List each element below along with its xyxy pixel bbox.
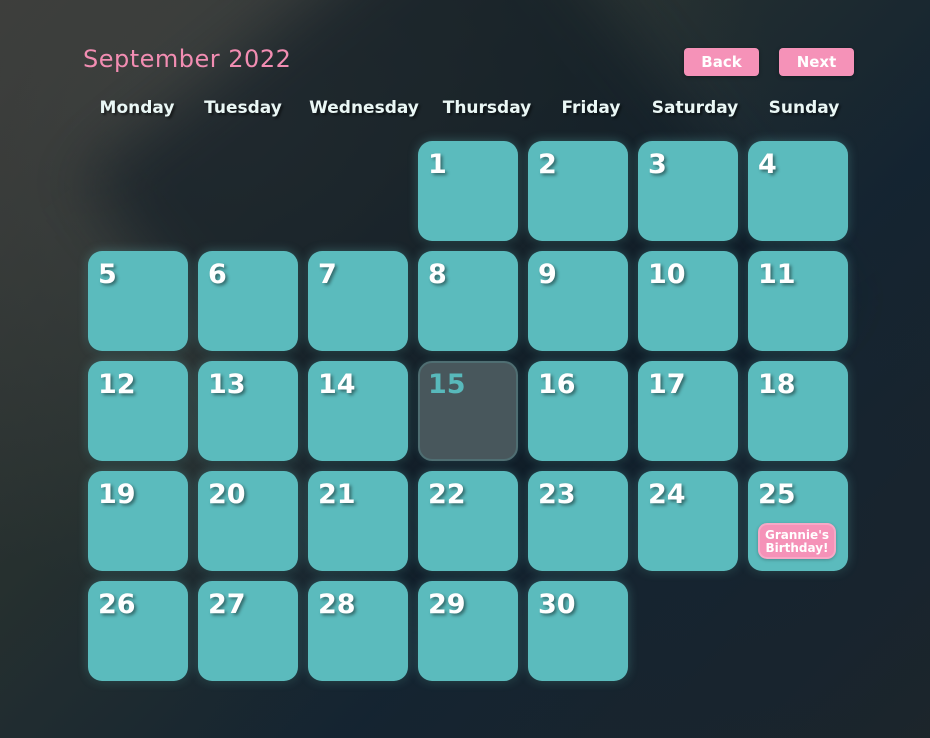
day-cell[interactable]: 24	[638, 471, 738, 571]
day-cell[interactable]: 13	[198, 361, 298, 461]
day-number: 14	[318, 369, 356, 400]
day-number: 13	[208, 369, 246, 400]
day-number: 26	[98, 589, 136, 620]
day-number: 15	[428, 369, 466, 400]
calendar-grid: 1 2 3 4 5 6 7 8 9 10 11 12 13 14 15 16 17 18 19 20 21 22 23 24 2…	[0, 0, 930, 738]
day-number: 28	[318, 589, 356, 620]
day-cell[interactable]: 5	[88, 251, 188, 351]
day-number: 18	[758, 369, 796, 400]
day-number: 7	[318, 259, 337, 290]
day-number: 11	[758, 259, 796, 290]
day-number: 25	[758, 479, 796, 510]
day-cell[interactable]: 30	[528, 581, 628, 681]
day-cell[interactable]: 17	[638, 361, 738, 461]
day-number: 3	[648, 149, 667, 180]
day-cell[interactable]: 16	[528, 361, 628, 461]
day-number: 29	[428, 589, 466, 620]
day-cell[interactable]: 7	[308, 251, 408, 351]
day-number: 12	[98, 369, 136, 400]
day-number: 6	[208, 259, 227, 290]
day-cell[interactable]: 3	[638, 141, 738, 241]
day-number: 27	[208, 589, 246, 620]
day-cell[interactable]: 10	[638, 251, 738, 351]
day-cell[interactable]: 2	[528, 141, 628, 241]
day-cell[interactable]: 28	[308, 581, 408, 681]
day-number: 19	[98, 479, 136, 510]
day-cell[interactable]: 11	[748, 251, 848, 351]
day-number: 23	[538, 479, 576, 510]
day-number: 22	[428, 479, 466, 510]
day-number: 8	[428, 259, 447, 290]
day-number: 21	[318, 479, 356, 510]
day-cell[interactable]: 8	[418, 251, 518, 351]
day-number: 24	[648, 479, 686, 510]
day-cell-today[interactable]: 15	[418, 361, 518, 461]
day-cell[interactable]: 18	[748, 361, 848, 461]
day-cell[interactable]: 21	[308, 471, 408, 571]
day-cell[interactable]: 26	[88, 581, 188, 681]
day-cell[interactable]: 27	[198, 581, 298, 681]
day-cell[interactable]: 6	[198, 251, 298, 351]
day-number: 30	[538, 589, 576, 620]
day-cell[interactable]: 23	[528, 471, 628, 571]
day-number: 4	[758, 149, 777, 180]
day-number: 17	[648, 369, 686, 400]
day-cell[interactable]: 14	[308, 361, 408, 461]
day-cell[interactable]: 29	[418, 581, 518, 681]
day-number: 2	[538, 149, 557, 180]
event-badge[interactable]: Grannie's Birthday!	[758, 523, 836, 559]
day-cell[interactable]: 19	[88, 471, 188, 571]
day-number: 10	[648, 259, 686, 290]
day-number: 1	[428, 149, 447, 180]
day-number: 9	[538, 259, 557, 290]
day-cell[interactable]: 9	[528, 251, 628, 351]
day-number: 20	[208, 479, 246, 510]
day-cell[interactable]: 22	[418, 471, 518, 571]
day-cell[interactable]: 1	[418, 141, 518, 241]
day-cell[interactable]: 4	[748, 141, 848, 241]
day-number: 16	[538, 369, 576, 400]
day-cell[interactable]: 20	[198, 471, 298, 571]
day-cell[interactable]: 25 Grannie's Birthday!	[748, 471, 848, 571]
day-cell[interactable]: 12	[88, 361, 188, 461]
day-number: 5	[98, 259, 117, 290]
